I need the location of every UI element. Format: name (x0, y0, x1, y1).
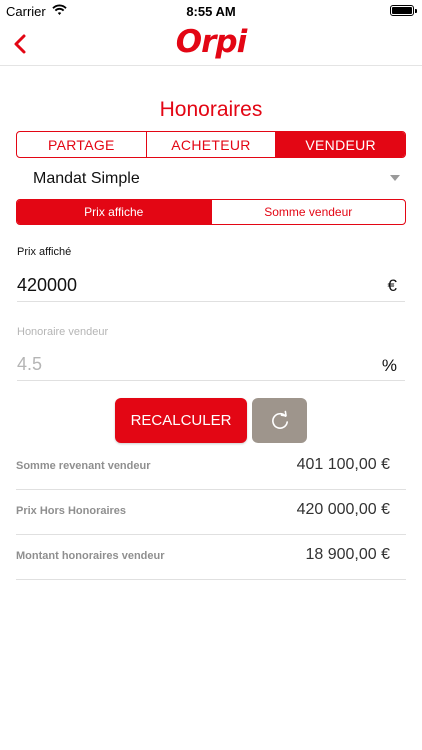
party-segmented-control: PARTAGE ACHETEUR VENDEUR (16, 131, 406, 158)
tab-partage[interactable]: PARTAGE (17, 132, 146, 157)
mandat-selected-value: Mandat Simple (33, 170, 140, 187)
tab-acheteur[interactable]: ACHETEUR (145, 132, 276, 157)
reset-button[interactable] (252, 398, 307, 443)
tab-prix-affiche[interactable]: Prix affiche (17, 200, 211, 224)
result-row-montant-honoraires: Montant honoraires vendeur 18 900,00 € (16, 535, 406, 580)
percent-unit: % (381, 356, 397, 375)
refresh-icon (271, 410, 288, 429)
battery-icon (390, 5, 417, 16)
orpi-logo: Orpi (175, 24, 247, 60)
dropdown-caret-icon (390, 175, 400, 181)
navigation-bar: Orpi (0, 22, 422, 66)
result-value: 18 900,00 € (305, 546, 390, 563)
prix-affiche-label: Prix affiché (17, 246, 72, 258)
result-row-prix-hors-honoraires: Prix Hors Honoraires 420 000,00 € (16, 490, 406, 535)
result-label: Montant honoraires vendeur (16, 550, 165, 562)
result-label: Prix Hors Honoraires (16, 505, 127, 517)
mode-segmented-control: Prix affiche Somme vendeur (16, 199, 406, 225)
tab-vendeur[interactable]: VENDEUR (275, 132, 405, 157)
result-label: Somme revenant vendeur (16, 460, 151, 472)
clock: 8:55 AM (186, 4, 236, 19)
result-value: 401 100,00 € (296, 456, 390, 473)
euro-unit: € (387, 276, 397, 295)
recalculer-button[interactable]: RECALCULER (115, 398, 247, 443)
page-title: Honoraires (159, 98, 263, 121)
mandat-select[interactable]: Mandat Simple (16, 164, 406, 194)
status-bar: Carrier 8:55 AM (0, 0, 422, 22)
honoraire-vendeur-label: Honoraire vendeur (17, 326, 109, 338)
prix-affiche-input[interactable] (17, 270, 405, 302)
honoraire-vendeur-input[interactable] (17, 349, 405, 381)
tab-somme-vendeur[interactable]: Somme vendeur (210, 200, 406, 224)
result-value: 420 000,00 € (296, 501, 390, 518)
result-row-somme-vendeur: Somme revenant vendeur 401 100,00 € (16, 445, 406, 490)
